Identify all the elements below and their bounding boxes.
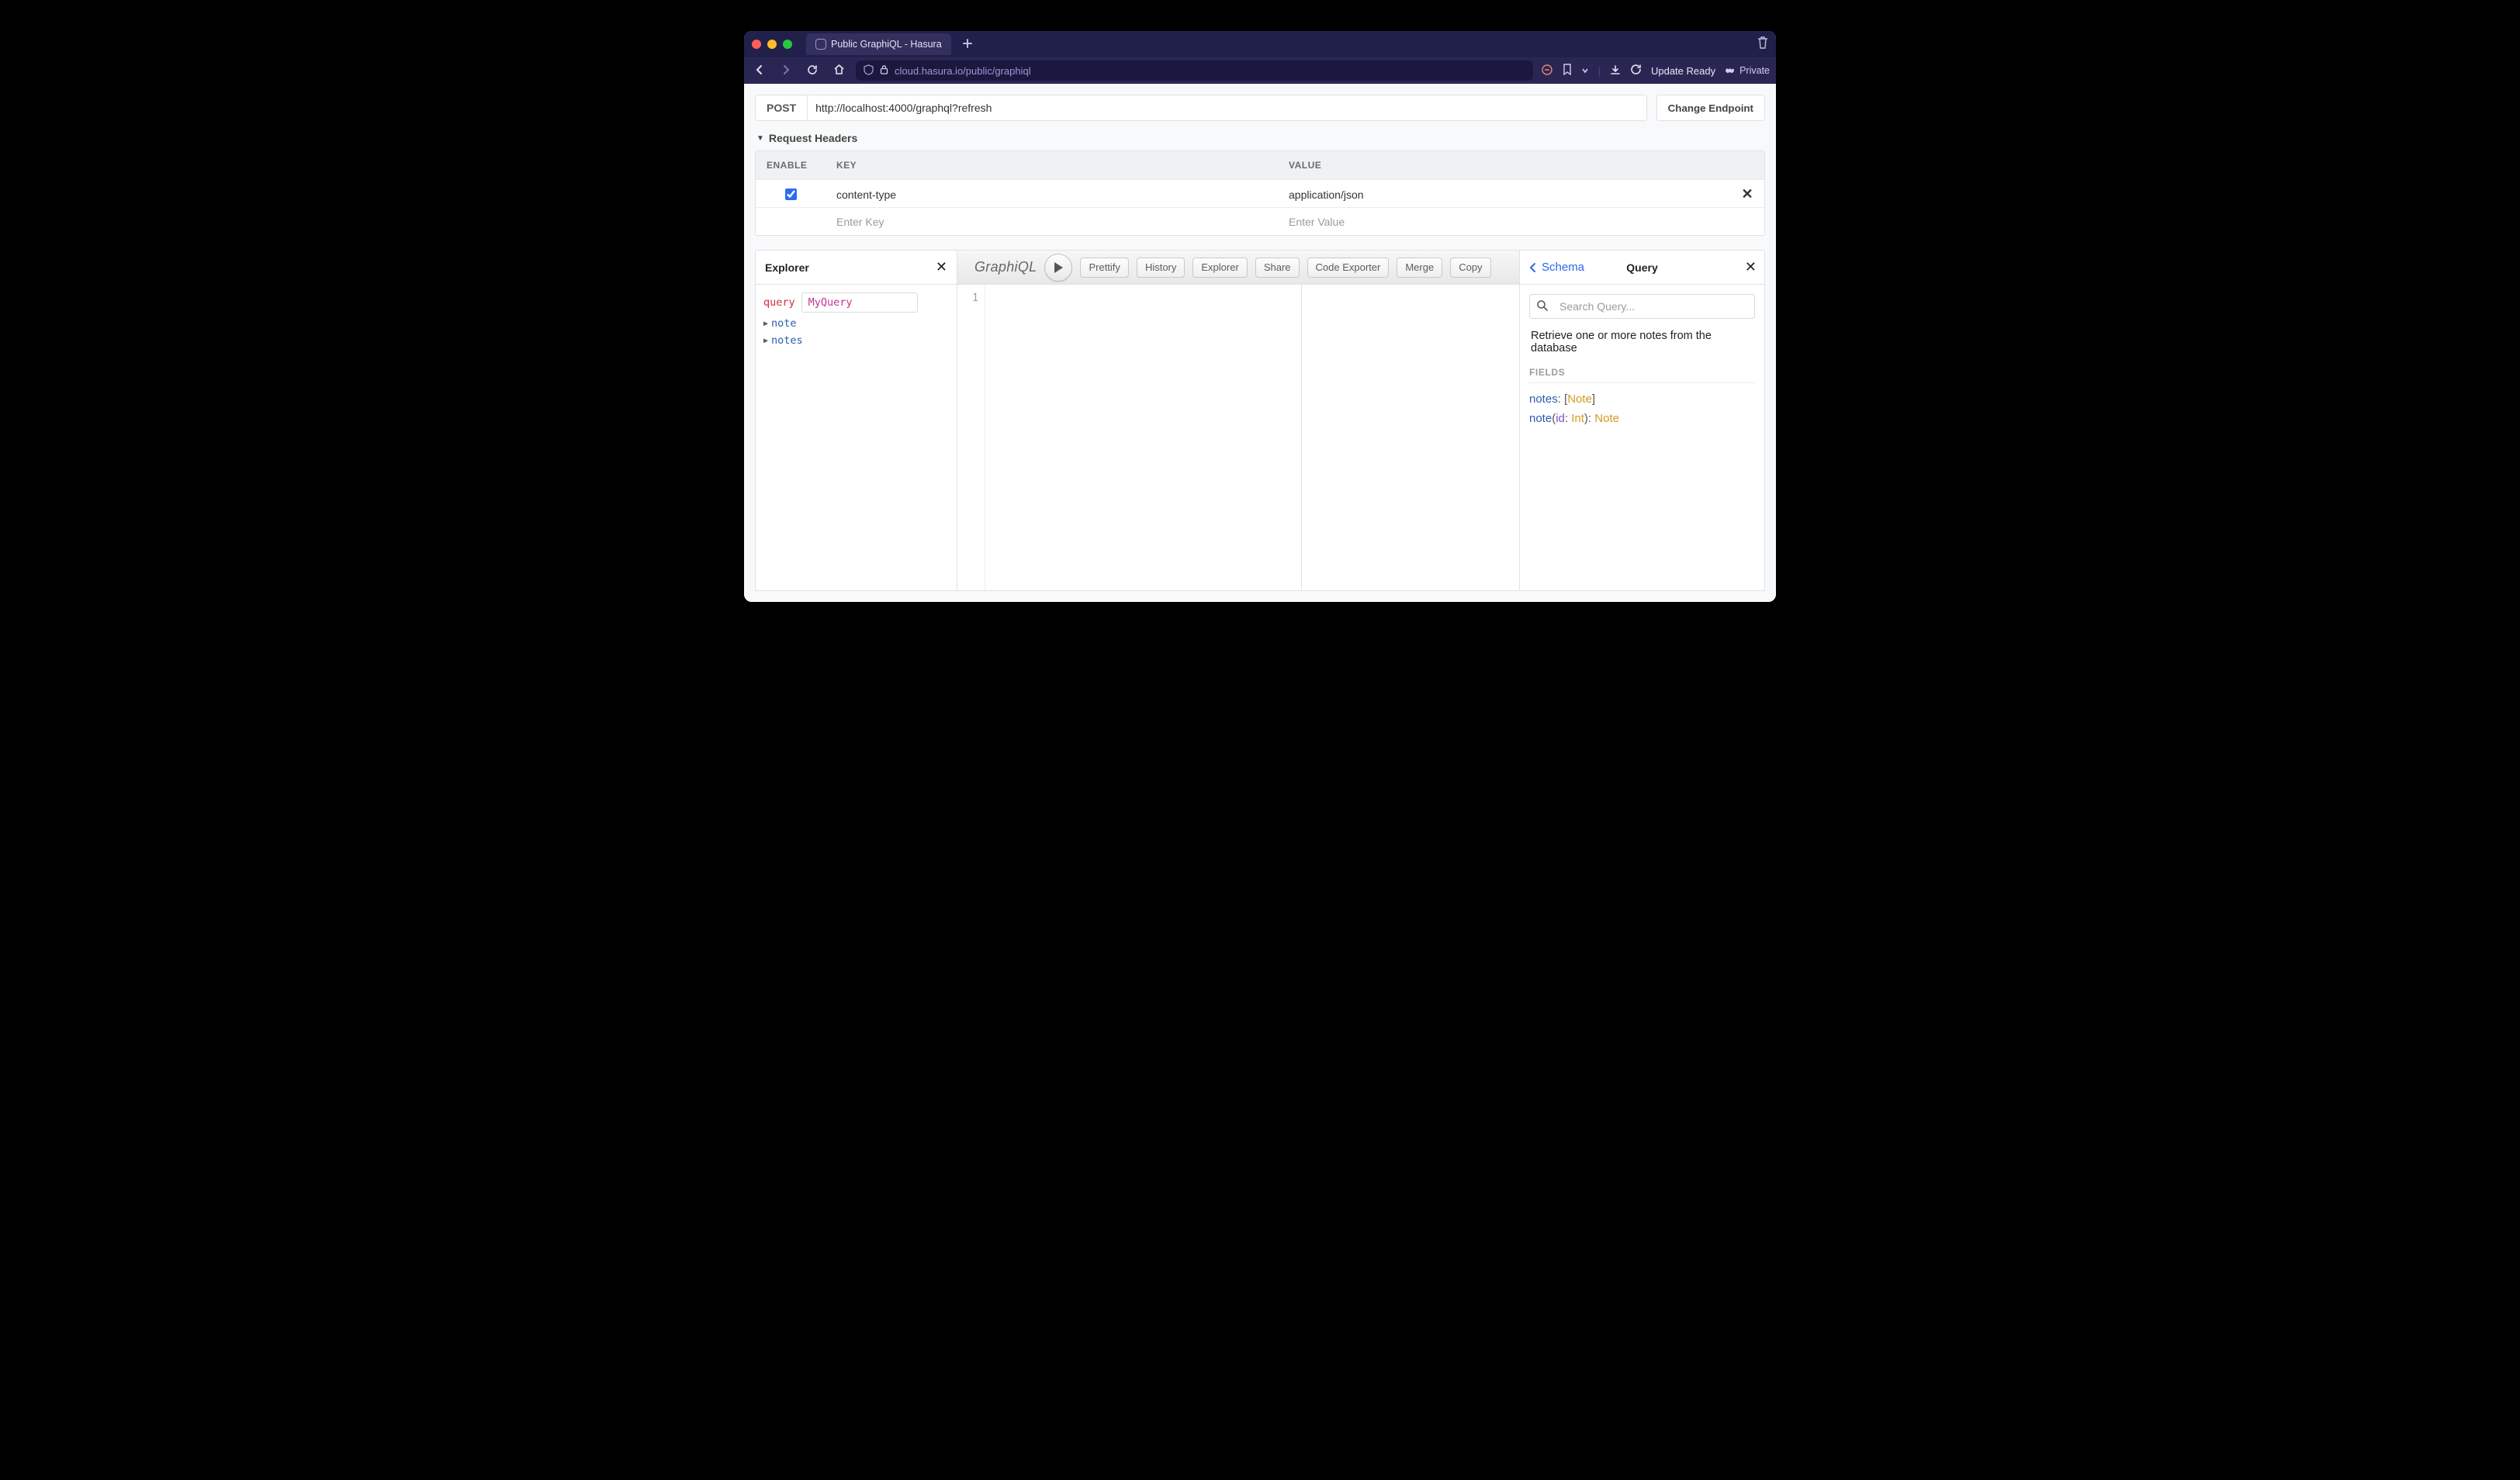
mask-icon <box>1725 66 1735 76</box>
chevron-left-icon <box>754 64 765 75</box>
editor-panel: GraphiQL Prettify History Explorer Share… <box>957 251 1520 590</box>
url-text: cloud.hasura.io/public/graphiql <box>895 65 1031 77</box>
nav-back-button[interactable] <box>750 64 769 78</box>
plus-icon <box>962 38 973 49</box>
maximize-window-icon[interactable] <box>783 40 792 49</box>
docs-search-wrap <box>1529 294 1755 319</box>
window-controls <box>752 40 792 49</box>
reload-icon <box>807 64 818 75</box>
browser-window: Public GraphiQL - Hasura <box>744 31 1776 602</box>
reload-button[interactable] <box>803 64 822 78</box>
col-key: KEY <box>826 154 1278 177</box>
merge-button[interactable]: Merge <box>1397 258 1442 278</box>
lock-icon <box>880 64 888 77</box>
caret-down-icon: ▼ <box>756 134 764 143</box>
graphiql-toolbar: GraphiQL Prettify History Explorer Share… <box>957 251 1519 285</box>
execute-query-button[interactable] <box>1044 254 1072 282</box>
docs-title: Query <box>1626 261 1657 274</box>
docs-panel: Schema Query ✕ Retrieve one or more note… <box>1520 251 1764 590</box>
schema-back-link[interactable]: Schema <box>1528 261 1584 274</box>
titlebar: Public GraphiQL - Hasura <box>744 31 1776 57</box>
query-editor[interactable] <box>985 285 1301 590</box>
page-content: POST Change Endpoint ▼ Request Headers E… <box>744 84 1776 602</box>
headers-table-row: ✕ <box>756 179 1764 207</box>
url-right-controls: | Update Ready Private <box>1541 64 1770 78</box>
explorer-field-note[interactable]: ▶ note <box>763 317 949 330</box>
docs-body: Retrieve one or more notes from the data… <box>1520 285 1764 441</box>
col-enable: ENABLE <box>756 154 826 177</box>
explorer-body: query ▶ note ▶ notes <box>756 285 957 354</box>
hasura-favicon-icon <box>815 39 826 50</box>
extension-icon[interactable] <box>1541 64 1553 78</box>
header-key-input[interactable] <box>836 188 1267 201</box>
docs-description: Retrieve one or more notes from the data… <box>1531 330 1753 354</box>
header-enable-checkbox[interactable] <box>785 188 797 200</box>
editor-split: 1 <box>957 285 1519 590</box>
sync-icon[interactable] <box>1630 64 1642 78</box>
change-endpoint-button[interactable]: Change Endpoint <box>1656 95 1765 121</box>
update-ready-label[interactable]: Update Ready <box>1651 65 1715 77</box>
endpoint-box: POST <box>755 95 1647 121</box>
triangle-right-icon: ▶ <box>763 337 768 345</box>
new-tab-button[interactable] <box>959 36 976 53</box>
query-keyword: query <box>763 296 795 309</box>
header-value-input[interactable] <box>1289 188 1719 201</box>
docs-fields-heading: FIELDS <box>1529 367 1755 378</box>
trash-icon[interactable] <box>1757 36 1768 53</box>
graphiql-container: Explorer ✕ query ▶ note ▶ notes <box>755 250 1765 591</box>
header-key-input-new[interactable] <box>836 216 1267 228</box>
docs-field-notes[interactable]: notes: [Note] <box>1529 392 1755 406</box>
chevron-right-icon <box>781 64 791 75</box>
docs-field-note[interactable]: note(id: Int): Note <box>1529 412 1755 425</box>
minimize-window-icon[interactable] <box>767 40 777 49</box>
docs-search-input[interactable] <box>1559 295 1753 318</box>
header-value-input-new[interactable] <box>1289 216 1719 228</box>
http-method-label: POST <box>756 95 808 120</box>
request-headers-toggle[interactable]: ▼ Request Headers <box>756 132 1765 144</box>
history-button[interactable]: History <box>1137 258 1185 278</box>
explorer-header: Explorer ✕ <box>756 251 957 285</box>
close-window-icon[interactable] <box>752 40 761 49</box>
headers-table: ENABLE KEY VALUE ✕ <box>755 150 1765 236</box>
col-value: VALUE <box>1278 154 1730 177</box>
endpoint-url-input[interactable] <box>808 95 1646 120</box>
play-icon <box>1053 261 1064 274</box>
query-editor-pane[interactable]: 1 <box>957 285 1302 590</box>
bookmark-icon[interactable] <box>1563 64 1572 78</box>
triangle-right-icon: ▶ <box>763 320 768 328</box>
headers-table-row-new <box>756 207 1764 235</box>
downloads-icon[interactable] <box>1610 64 1621 78</box>
docs-header: Schema Query ✕ <box>1520 251 1764 285</box>
docs-close-button[interactable]: ✕ <box>1745 259 1757 275</box>
copy-button[interactable]: Copy <box>1450 258 1490 278</box>
browser-tab[interactable]: Public GraphiQL - Hasura <box>806 33 951 55</box>
nav-forward-button[interactable] <box>777 64 795 78</box>
query-name-input[interactable] <box>801 292 918 313</box>
private-mode-badge: Private <box>1725 65 1770 76</box>
prettify-button[interactable]: Prettify <box>1080 258 1128 278</box>
results-pane <box>1302 285 1519 590</box>
url-bar: cloud.hasura.io/public/graphiql | Update… <box>744 57 1776 84</box>
url-field[interactable]: cloud.hasura.io/public/graphiql <box>856 61 1533 81</box>
bookmarks-menu-icon[interactable] <box>1581 65 1589 77</box>
home-icon <box>833 64 845 75</box>
share-button[interactable]: Share <box>1255 258 1300 278</box>
divider <box>1529 382 1755 383</box>
headers-table-head: ENABLE KEY VALUE <box>756 151 1764 179</box>
chevron-left-icon <box>1528 262 1539 273</box>
explorer-field-notes[interactable]: ▶ notes <box>763 334 949 347</box>
line-number-gutter: 1 <box>957 285 985 590</box>
header-remove-button[interactable]: ✕ <box>1730 180 1764 209</box>
search-icon <box>1530 299 1553 313</box>
endpoint-row: POST Change Endpoint <box>755 95 1765 121</box>
tab-title: Public GraphiQL - Hasura <box>831 39 942 50</box>
shield-icon <box>864 64 874 78</box>
home-button[interactable] <box>829 64 848 78</box>
explorer-title: Explorer <box>765 261 809 274</box>
explorer-close-button[interactable]: ✕ <box>936 259 947 275</box>
code-exporter-button[interactable]: Code Exporter <box>1307 258 1390 278</box>
explorer-panel: Explorer ✕ query ▶ note ▶ notes <box>756 251 957 590</box>
graphiql-logo: GraphiQL <box>974 259 1037 275</box>
explorer-toggle-button[interactable]: Explorer <box>1192 258 1247 278</box>
